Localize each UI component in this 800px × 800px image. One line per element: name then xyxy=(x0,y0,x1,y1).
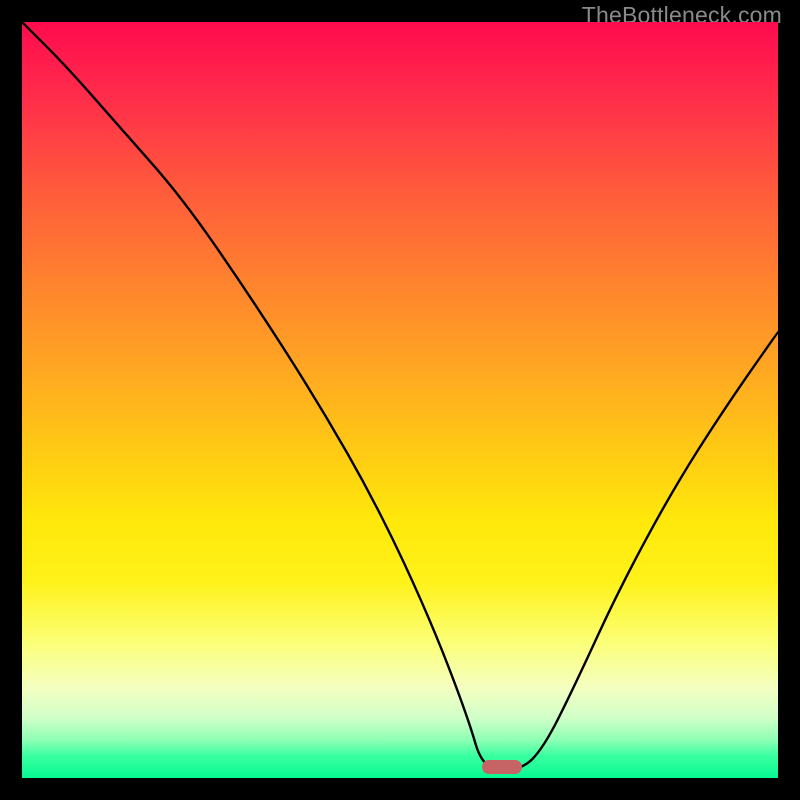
optimal-marker xyxy=(482,760,522,774)
bottleneck-curve xyxy=(22,22,778,778)
plot-area xyxy=(22,22,778,778)
chart-frame: TheBottleneck.com xyxy=(0,0,800,800)
